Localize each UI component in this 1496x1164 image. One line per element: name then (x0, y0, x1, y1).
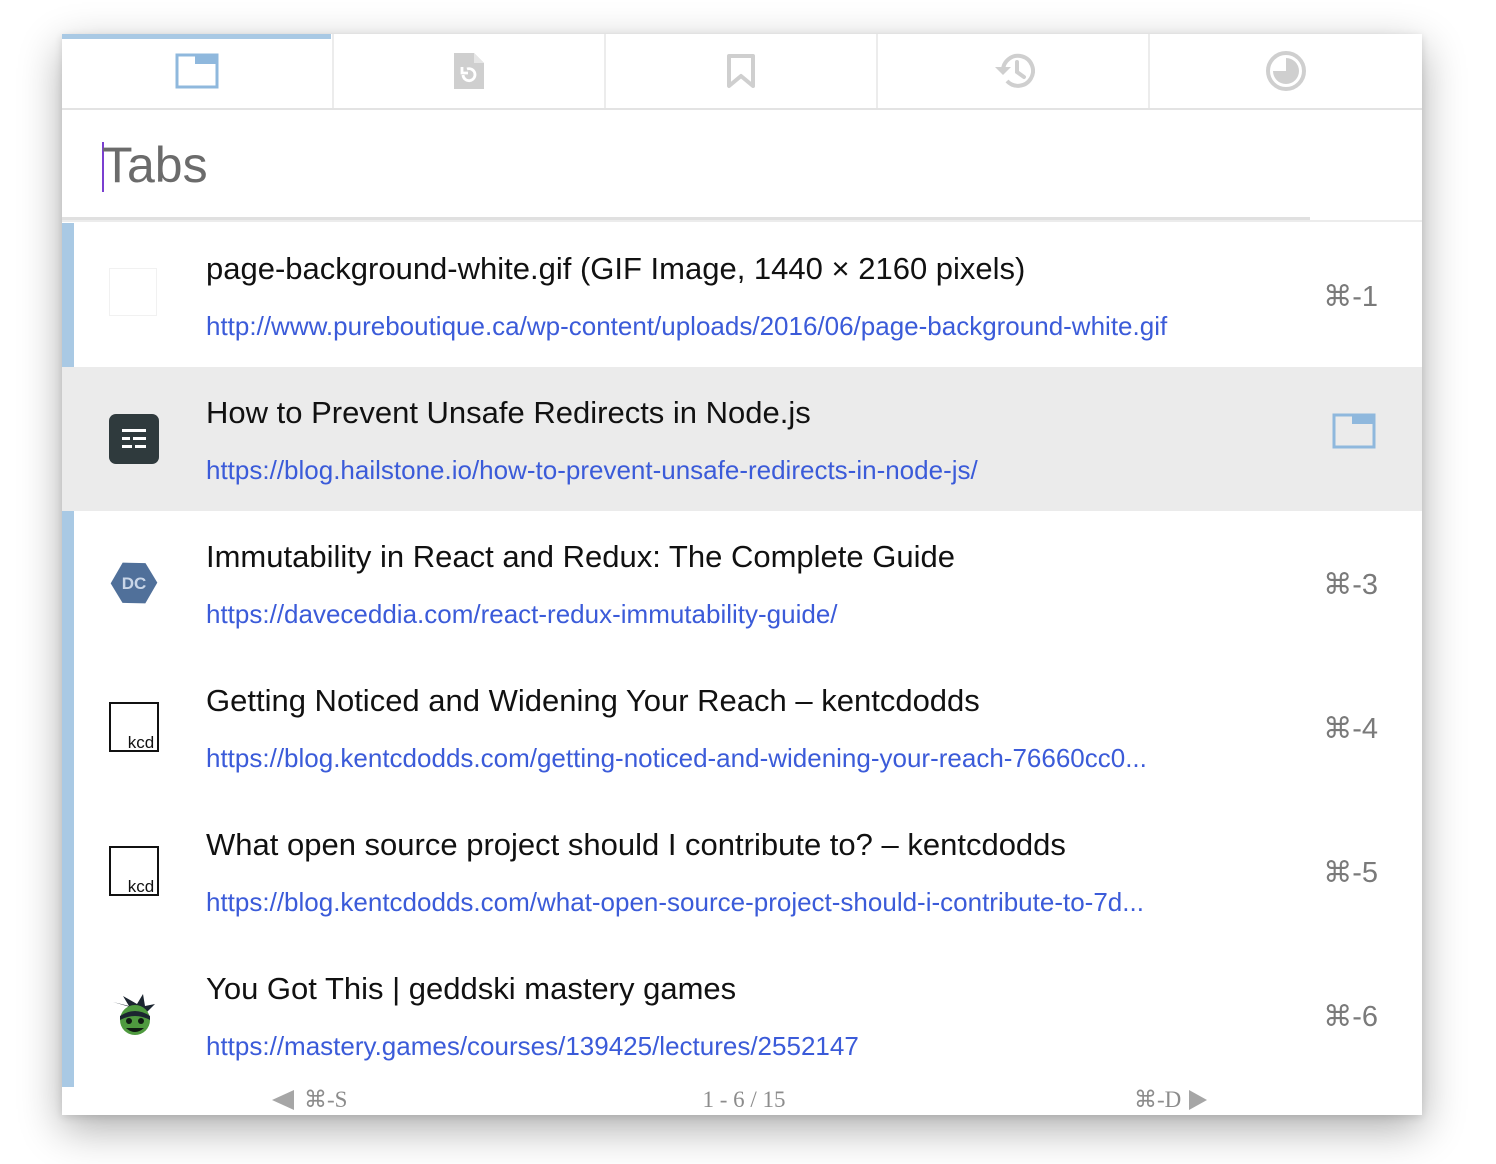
list-item[interactable]: You Got This | geddski mastery games htt… (62, 943, 1422, 1087)
search-input[interactable] (102, 130, 1302, 200)
bookmark-icon (727, 54, 755, 88)
list-item-selected[interactable]: How to Prevent Unsafe Redirects in Node.… (62, 367, 1422, 511)
tab-manager-popup: page-background-white.gif (GIF Image, 14… (62, 34, 1422, 1115)
favicon-label: kcd (128, 733, 154, 752)
tab-recently-closed[interactable] (334, 34, 606, 108)
item-url[interactable]: http://www.pureboutique.ca/wp-content/up… (206, 311, 1266, 342)
next-page-button[interactable]: ⌘-D (1134, 1087, 1208, 1113)
item-title: page-background-white.gif (GIF Image, 14… (206, 251, 1026, 286)
top-sites-icon (1266, 51, 1306, 91)
tab-bookmarks[interactable] (606, 34, 878, 108)
hailstone-favicon (109, 414, 159, 464)
item-url[interactable]: https://blog.hailstone.io/how-to-prevent… (206, 455, 1266, 486)
recently-closed-icon (454, 53, 484, 89)
favicon-label: kcd (128, 877, 154, 896)
item-shortcut: ⌘-4 (1323, 713, 1378, 745)
item-title: Getting Noticed and Widening Your Reach … (206, 683, 980, 718)
kcd-favicon: kcd (109, 702, 159, 752)
pagination-footer: ⌘-S 1 - 6 / 15 ⌘-D (62, 1087, 1422, 1115)
blank-favicon (109, 268, 157, 316)
item-shortcut: ⌘-3 (1323, 569, 1378, 601)
history-icon (995, 53, 1035, 88)
item-shortcut: ⌘-6 (1323, 1001, 1378, 1033)
kcd-favicon: kcd (109, 846, 159, 896)
switch-to-tab-icon[interactable] (1332, 413, 1376, 449)
favicon-label: DC (122, 574, 147, 593)
item-title: How to Prevent Unsafe Redirects in Node.… (206, 395, 811, 430)
tab-top-sites[interactable] (1150, 34, 1422, 108)
page-count: 1 - 6 / 15 (702, 1087, 786, 1112)
item-title: What open source project should I contri… (206, 827, 1066, 862)
list-item[interactable]: DC Immutability in React and Redux: The … (62, 511, 1422, 655)
item-url[interactable]: https://blog.kentcdodds.com/getting-noti… (206, 743, 1266, 774)
item-url[interactable]: https://daveceddia.com/react-redux-immut… (206, 599, 1266, 630)
divider (62, 220, 1422, 222)
item-url[interactable]: https://mastery.games/courses/139425/lec… (206, 1031, 1266, 1062)
item-url[interactable]: https://blog.kentcdodds.com/what-open-so… (206, 887, 1266, 918)
item-shortcut: ⌘-1 (1323, 281, 1378, 313)
next-arrow-icon (1189, 1090, 1208, 1110)
daveceddia-favicon: DC (110, 562, 158, 604)
list-item[interactable]: kcd What open source project should I co… (62, 799, 1422, 943)
list-item[interactable]: kcd Getting Noticed and Widening Your Re… (62, 655, 1422, 799)
search-box (62, 110, 1422, 220)
tabs-icon (175, 53, 219, 89)
item-title: You Got This | geddski mastery games (206, 971, 737, 1006)
tab-history[interactable] (878, 34, 1150, 108)
tab-list: page-background-white.gif (GIF Image, 14… (62, 223, 1422, 1087)
item-shortcut: ⌘-5 (1323, 857, 1378, 889)
tab-open-tabs[interactable] (62, 34, 334, 108)
mode-tab-bar (62, 34, 1422, 110)
item-title: Immutability in React and Redux: The Com… (206, 539, 955, 574)
mastery-games-favicon (113, 994, 155, 1035)
next-shortcut: ⌘-D (1134, 1087, 1182, 1112)
list-item[interactable]: page-background-white.gif (GIF Image, 14… (62, 223, 1422, 367)
